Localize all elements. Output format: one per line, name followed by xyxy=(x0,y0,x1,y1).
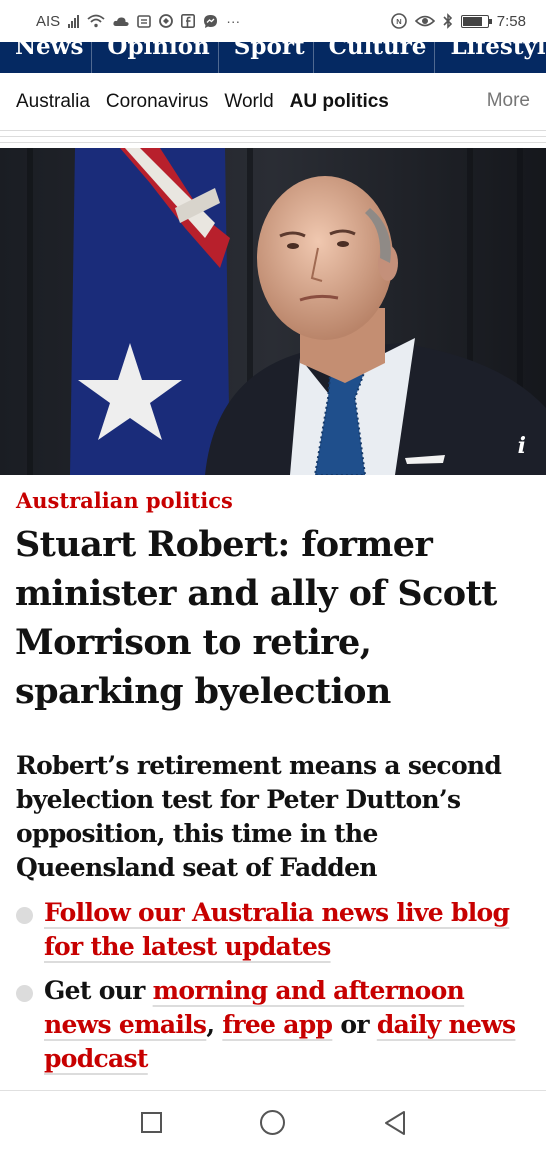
headline: Stuart Robert: former minister and ally … xyxy=(15,524,497,712)
messenger-icon xyxy=(204,14,218,28)
system-nav-bar xyxy=(0,1090,546,1152)
list-item: Get our morning and afternoon news email… xyxy=(16,974,536,1076)
free-app-link[interactable]: free app xyxy=(222,1010,333,1039)
subnav-item-australia[interactable]: Australia xyxy=(16,91,90,113)
status-left: AIS ··· xyxy=(36,13,240,30)
section-kicker[interactable]: Australian politics xyxy=(16,488,233,513)
divider xyxy=(0,136,546,137)
subnav-more-button[interactable]: More xyxy=(487,90,530,112)
signal-icon xyxy=(68,14,80,28)
nfc-icon: N xyxy=(390,13,407,29)
back-icon[interactable] xyxy=(383,1110,407,1136)
pillar-nav: News Opinion Sport Culture Lifestyle xyxy=(0,42,546,73)
svg-text:N: N xyxy=(396,17,401,26)
pillar-news[interactable]: News xyxy=(0,42,93,73)
pillar-opinion[interactable]: Opinion xyxy=(92,42,219,73)
recent-apps-icon[interactable] xyxy=(141,1112,162,1133)
hero-image: i xyxy=(0,148,546,475)
status-bar: AIS ··· N 7:58 xyxy=(0,0,546,42)
live-blog-link[interactable]: Follow our Australia news live blog for … xyxy=(44,898,510,961)
more-dots-icon: ··· xyxy=(226,13,241,29)
subnav-item-coronavirus[interactable]: Coronavirus xyxy=(106,91,208,113)
battery-level xyxy=(462,16,483,26)
bullet-dot-icon xyxy=(16,985,33,1002)
eye-icon xyxy=(414,15,435,27)
info-icon[interactable]: i xyxy=(518,433,526,459)
standfirst-bullets: Follow our Australia news live blog for … xyxy=(16,896,536,1086)
subnav-item-world[interactable]: World xyxy=(224,91,273,113)
bullet-text: Get our xyxy=(44,976,153,1005)
pillar-culture[interactable]: Culture xyxy=(314,42,436,73)
bullet-text: or xyxy=(332,1010,377,1039)
bullet-dot-icon xyxy=(16,907,33,924)
cloud-icon xyxy=(113,16,129,26)
facebook-icon xyxy=(181,14,196,28)
home-icon[interactable] xyxy=(260,1110,285,1135)
shield-icon xyxy=(159,14,174,28)
pillar-sport[interactable]: Sport xyxy=(219,42,314,73)
pillar-lifestyle[interactable]: Lifestyle xyxy=(435,42,546,73)
bluetooth-icon xyxy=(443,13,452,29)
battery-icon xyxy=(460,14,492,28)
hero-photo xyxy=(0,148,546,475)
wifi-icon xyxy=(87,14,105,28)
subnav: Australia Coronavirus World AU politics … xyxy=(0,73,546,131)
sim-icon xyxy=(137,14,151,28)
standfirst: Robert’s retirement means a second byele… xyxy=(16,751,502,882)
status-right: N 7:58 xyxy=(390,12,526,30)
list-item: Follow our Australia news live blog for … xyxy=(16,896,536,964)
clock: 7:58 xyxy=(496,12,526,30)
carrier-label: AIS xyxy=(36,12,61,30)
divider xyxy=(0,142,546,143)
subnav-item-au-politics[interactable]: AU politics xyxy=(290,91,389,113)
bullet-text: , xyxy=(206,1010,223,1039)
